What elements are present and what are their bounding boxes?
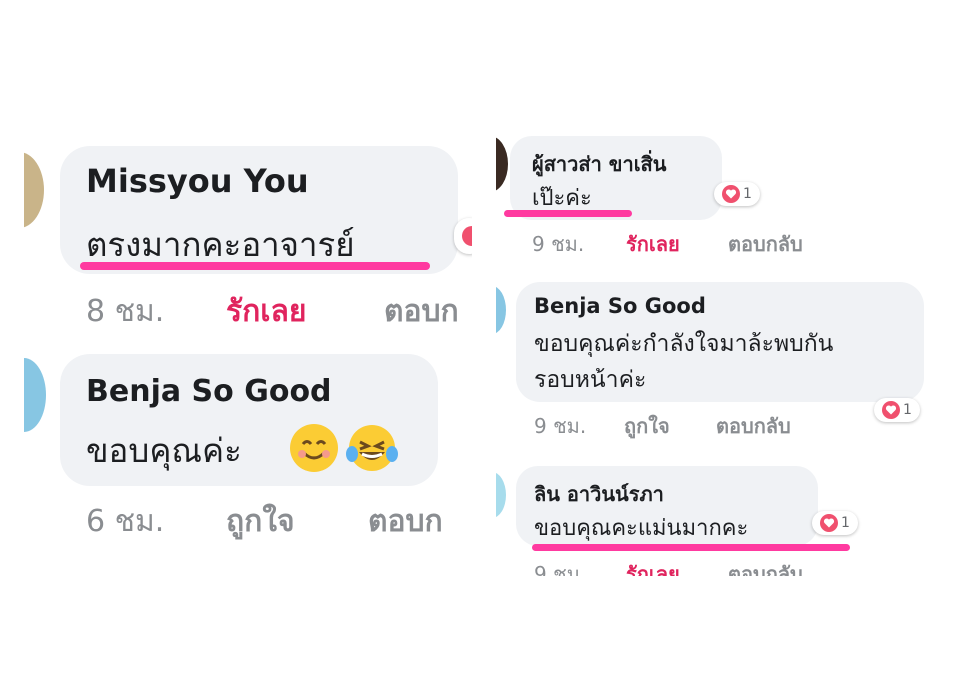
love-reaction-link[interactable]: รักเลย bbox=[626, 228, 680, 260]
love-reaction-link[interactable]: รักเลย bbox=[226, 288, 307, 335]
reaction-count-pill[interactable]: 1 bbox=[714, 182, 760, 206]
comment-author[interactable]: Missyou You bbox=[86, 162, 309, 200]
comment-timestamp: 8 ชม. bbox=[86, 294, 165, 329]
reaction-pill[interactable] bbox=[454, 218, 472, 254]
reaction-count: 1 bbox=[903, 402, 912, 418]
avatar[interactable] bbox=[496, 472, 506, 518]
comment-author[interactable]: Benja So Good bbox=[534, 294, 706, 318]
heart-icon bbox=[882, 401, 901, 419]
comment-text-line-2: รอบหน้าค่ะ bbox=[534, 367, 647, 393]
reply-link[interactable]: ตอบก bbox=[368, 498, 443, 545]
comment-timestamp: 6 ชม. bbox=[86, 504, 165, 539]
avatar[interactable] bbox=[496, 286, 506, 334]
right-comments-panel: ผู้สาวส่า ขาเสิ่น เป๊ะค่ะ 1 9 ชม. รักเลย… bbox=[496, 118, 940, 576]
reply-link[interactable]: ตอบกลับ bbox=[728, 558, 803, 576]
avatar[interactable] bbox=[496, 136, 508, 192]
smiling-face-emoji-icon bbox=[290, 424, 338, 472]
heart-icon bbox=[722, 185, 741, 203]
reaction-count: 1 bbox=[743, 186, 752, 202]
reply-link[interactable]: ตอบกลับ bbox=[728, 228, 803, 260]
heart-icon bbox=[462, 226, 472, 246]
reaction-count-pill[interactable]: 1 bbox=[874, 398, 920, 422]
avatar[interactable] bbox=[24, 152, 44, 228]
left-comments-panel: Missyou You ตรงมากคะอาจารย์ 8 ชม. รักเลย… bbox=[24, 126, 472, 574]
heart-icon bbox=[820, 514, 839, 532]
reply-link[interactable]: ตอบกลับ bbox=[716, 410, 791, 442]
tears-of-joy-emoji-icon bbox=[346, 424, 398, 472]
highlight-underline bbox=[532, 544, 850, 551]
comment-text-line-1: ขอบคุณค่ะกำลังใจมาล้ะพบกัน bbox=[534, 331, 834, 357]
comment-timestamp: 9 ชม. bbox=[532, 232, 585, 256]
like-link[interactable]: ถูกใจ bbox=[624, 410, 670, 442]
love-reaction-link[interactable]: รักเลย bbox=[626, 558, 680, 576]
comment-timestamp: 9 ชม. bbox=[534, 414, 587, 438]
reply-link[interactable]: ตอบก bbox=[384, 288, 459, 335]
avatar[interactable] bbox=[24, 358, 46, 432]
comment-author[interactable]: ลิน อาวินน์รภา bbox=[534, 478, 664, 510]
reaction-count: 1 bbox=[841, 515, 850, 531]
comment-author[interactable]: ผู้สาวส่า ขาเสิ่น bbox=[532, 148, 666, 180]
comment-text: ขอบคุณค่ะ bbox=[86, 431, 242, 470]
like-link[interactable]: ถูกใจ bbox=[226, 498, 295, 545]
comment-text: ขอบคุณคะแม่นมากคะ bbox=[534, 516, 749, 541]
highlight-underline bbox=[504, 210, 632, 217]
comment-author[interactable]: Benja So Good bbox=[86, 374, 332, 409]
comment-timestamp: 9 ชม. bbox=[534, 562, 587, 576]
highlight-underline bbox=[80, 262, 430, 270]
reaction-count-pill[interactable]: 1 bbox=[812, 511, 858, 535]
